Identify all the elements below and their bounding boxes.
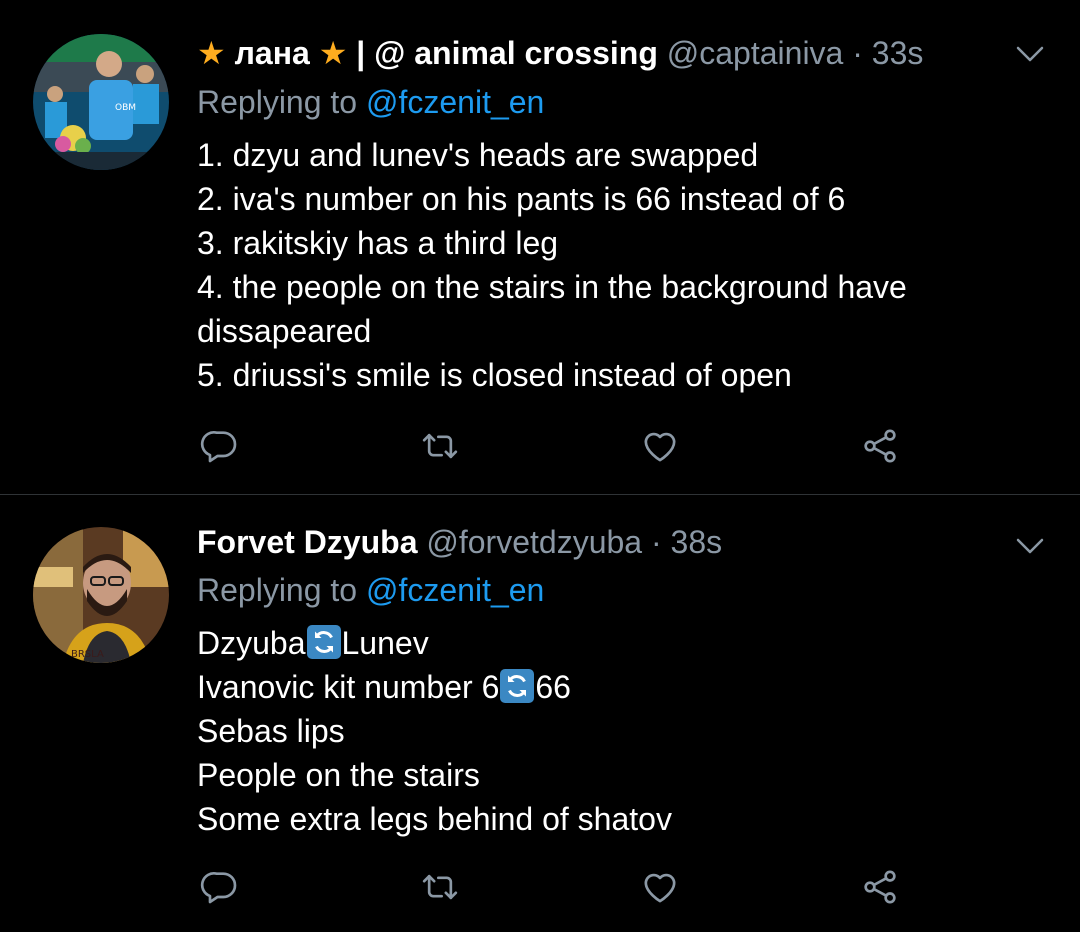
- tweet-header: ★ лана ★ | @ animal crossing @captainiva…: [197, 30, 960, 76]
- svg-text:ОВМ: ОВМ: [115, 103, 136, 113]
- avatar[interactable]: BRSLA: [33, 527, 169, 663]
- tweet[interactable]: BRSLA Forvet Dzyuba @forvetdzyuba · 38s …: [0, 495, 1080, 932]
- star-emoji: ★: [197, 35, 226, 71]
- reply-icon[interactable]: [200, 867, 240, 907]
- line-text: Ivanovic kit number 6: [197, 669, 500, 705]
- arrows-counterclockwise-emoji: [306, 625, 341, 659]
- tweet-line: Some extra legs behind of shatov: [197, 801, 672, 837]
- like-icon[interactable]: [640, 867, 680, 907]
- tweet-line: People on the stairs: [197, 757, 480, 793]
- like-icon[interactable]: [640, 426, 680, 466]
- tweet-line: 1. dzyu and lunev's heads are swapped: [197, 137, 759, 173]
- user-handle[interactable]: @captainiva: [667, 35, 844, 71]
- tweet-line: 2. iva's number on his pants is 66 inste…: [197, 181, 846, 217]
- avatar-photo: ОВМ: [33, 34, 169, 170]
- tweet[interactable]: ОВМ ★ лана ★ | @ animal crossing @captai…: [0, 0, 1080, 494]
- line-text: Dzyuba: [197, 625, 306, 661]
- timestamp[interactable]: 38s: [671, 524, 723, 560]
- tweet-text: Dzyuba Lunev Ivanovic kit number 6 66 Seba…: [197, 621, 967, 841]
- star-emoji: ★: [318, 35, 348, 71]
- tweet-line: Sebas lips: [197, 713, 345, 749]
- avatar[interactable]: ОВМ: [33, 34, 169, 170]
- replying-label: Replying to: [197, 84, 358, 120]
- line-text: Lunev: [341, 625, 429, 661]
- tweet-line: 5. driussi's smile is closed instead of …: [197, 357, 792, 393]
- display-name[interactable]: Forvet Dzyuba: [197, 524, 417, 560]
- share-icon[interactable]: [860, 426, 900, 466]
- replying-label: Replying to: [197, 572, 358, 608]
- timestamp[interactable]: 33s: [872, 35, 924, 71]
- user-handle[interactable]: @forvetdzyuba: [426, 524, 642, 560]
- tweet-line: 4. the people on the stairs in the backg…: [197, 269, 907, 349]
- replying-to: Replying to @fczenit_en: [197, 80, 544, 124]
- display-name-part[interactable]: лана: [235, 35, 310, 71]
- retweet-icon[interactable]: [420, 867, 460, 907]
- action-bar: [0, 426, 1080, 466]
- svg-text:BRSLA: BRSLA: [71, 649, 104, 660]
- separator: ·: [650, 524, 662, 560]
- action-bar: [0, 867, 1080, 907]
- chevron-down-icon[interactable]: [1012, 36, 1048, 72]
- mention-link[interactable]: @fczenit_en: [366, 84, 544, 120]
- mention-link[interactable]: @fczenit_en: [366, 572, 544, 608]
- display-name-part[interactable]: | @ animal crossing: [356, 35, 658, 71]
- line-text: 66: [535, 669, 571, 705]
- replying-to: Replying to @fczenit_en: [197, 568, 544, 612]
- tweet-line: Ivanovic kit number 6 66: [197, 665, 967, 709]
- separator: ·: [852, 35, 863, 71]
- tweet-line: 3. rakitskiy has a third leg: [197, 225, 559, 261]
- share-icon[interactable]: [860, 867, 900, 907]
- chevron-down-icon[interactable]: [1012, 528, 1048, 564]
- retweet-icon[interactable]: [420, 426, 460, 466]
- reply-icon[interactable]: [200, 426, 240, 466]
- arrows-counterclockwise-emoji: [500, 669, 535, 703]
- avatar-photo: BRSLA: [33, 527, 169, 663]
- tweet-line: Dzyuba Lunev: [197, 621, 967, 665]
- tweet-header: Forvet Dzyuba @forvetdzyuba · 38s: [197, 519, 960, 565]
- tweet-text: 1. dzyu and lunev's heads are swapped 2.…: [197, 133, 967, 397]
